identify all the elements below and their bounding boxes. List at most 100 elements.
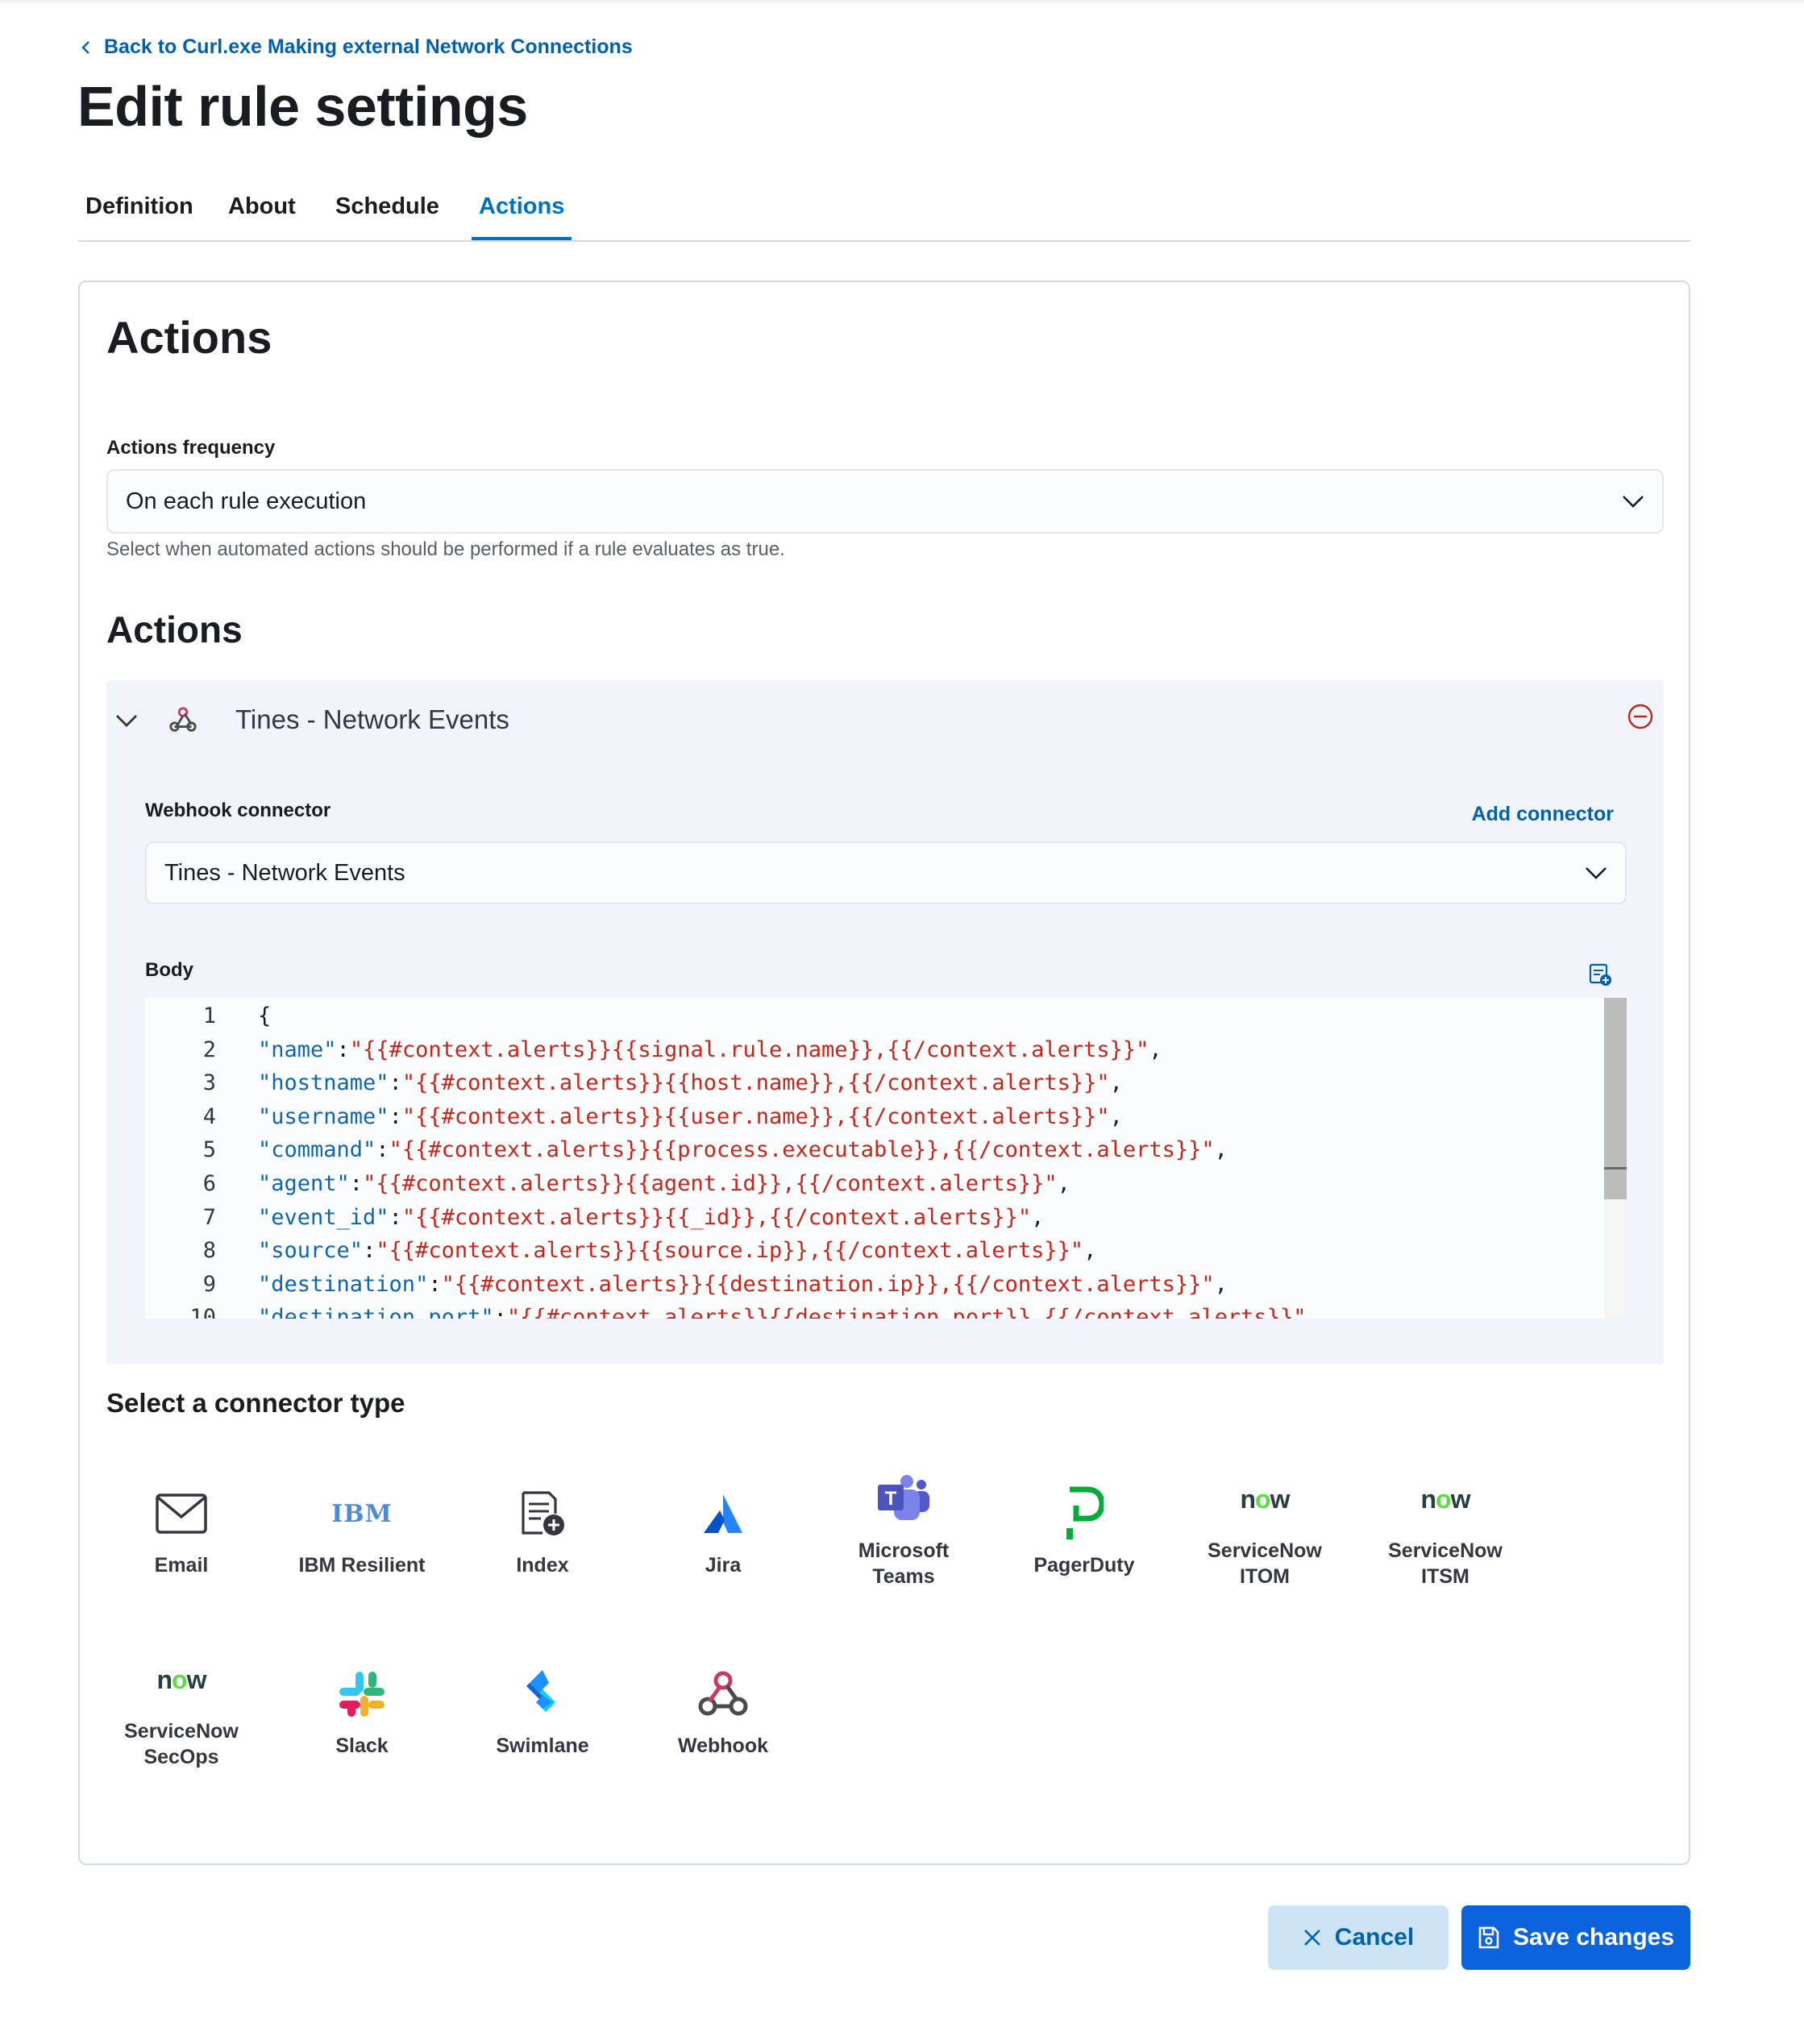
connector-index[interactable]: Index [462, 1485, 623, 1578]
connector-jira[interactable]: Jira [642, 1485, 804, 1578]
servicenow-icon: now [1240, 1484, 1291, 1514]
add-variable-icon[interactable] [1588, 962, 1612, 987]
connector-pagerduty[interactable]: PagerDuty [1004, 1485, 1165, 1578]
connector-label: Microsoft Teams [858, 1539, 950, 1588]
frequency-value: On each rule execution [126, 488, 367, 514]
chevron-left-icon [81, 40, 89, 54]
cancel-button[interactable]: Cancel [1268, 1905, 1449, 1970]
json-string: "{{#context.alerts}}{{destination.ip}},{… [441, 1271, 1215, 1297]
chevron-down-icon[interactable] [114, 712, 139, 729]
connector-ibm-resilient[interactable]: IBM IBM Resilient [281, 1485, 443, 1578]
json-key: "agent" [258, 1171, 350, 1196]
code-line: 4 "username":"{{#context.alerts}}{{user.n… [145, 1100, 1596, 1134]
tab-about[interactable]: About [221, 193, 303, 240]
frequency-help: Select when automated actions should be … [106, 538, 785, 560]
line-number: 2 [202, 1037, 216, 1062]
tab-schedule[interactable]: Schedule [328, 193, 447, 240]
line-number: 10 [189, 1305, 216, 1319]
code-line: 1{ [145, 999, 1596, 1033]
back-link[interactable]: Back to Curl.exe Making external Network… [78, 35, 633, 59]
code-line: 5 "command":"{{#context.alerts}}{{process… [145, 1133, 1596, 1167]
json-punct: { [258, 1003, 272, 1028]
pagerduty-icon [1066, 1486, 1104, 1539]
tab-actions[interactable]: Actions [472, 193, 572, 240]
close-icon [1303, 1930, 1320, 1946]
code-line: 8 "source":"{{#context.alerts}}{{source.i… [145, 1234, 1596, 1268]
tab-definition[interactable]: Definition [78, 193, 201, 240]
connector-email[interactable]: Email [101, 1485, 262, 1578]
chevron-down-icon [1586, 867, 1607, 879]
teams-icon: T [878, 1475, 929, 1520]
servicenow-icon: now [156, 1664, 207, 1694]
json-string: "{{#context.alerts}}{{destination.port}}… [506, 1305, 1307, 1319]
cancel-label: Cancel [1334, 1924, 1415, 1951]
frequency-label: Actions frequency [106, 437, 276, 459]
panel-title: Actions [106, 312, 272, 363]
connector-servicenow-itom[interactable]: now ServiceNow ITOM [1184, 1470, 1345, 1589]
connector-label: ServiceNow ITOM [1208, 1539, 1322, 1588]
line-number: 4 [202, 1103, 216, 1129]
save-changes-button[interactable]: Save changes [1461, 1905, 1690, 1970]
line-number: 1 [202, 1003, 216, 1028]
connector-label: Jira [705, 1554, 742, 1577]
json-key: "source" [258, 1238, 364, 1264]
frequency-select[interactable]: On each rule execution [106, 469, 1664, 534]
tab-bar: Definition About Schedule Actions [78, 185, 1690, 242]
line-number: 7 [202, 1204, 216, 1230]
svg-text:T: T [885, 1488, 897, 1510]
action-item: Tines - Network Events Webhook connector… [106, 680, 1664, 1365]
json-string: "{{#context.alerts}}{{host.name}},{{/con… [401, 1070, 1110, 1096]
connector-label: ServiceNow ITSM [1388, 1539, 1503, 1588]
webhook-icon [169, 707, 197, 732]
top-divider [0, 0, 1804, 3]
json-punct: : [493, 1305, 507, 1319]
json-string: "{{#context.alerts}}{{process.executable… [389, 1137, 1215, 1163]
connector-servicenow-secops[interactable]: now ServiceNow SecOps [101, 1651, 262, 1770]
email-icon [156, 1494, 207, 1534]
code-scrollbar-mark [1604, 1167, 1627, 1169]
webhook-icon [698, 1671, 748, 1716]
remove-action-icon[interactable] [1627, 703, 1654, 730]
json-punct: , [1149, 1037, 1162, 1062]
json-key: "event_id" [258, 1204, 389, 1230]
json-string: "{{#context.alerts}}{{user.name}},{{/con… [401, 1103, 1110, 1129]
connector-servicenow-itsm[interactable]: now ServiceNow ITSM [1365, 1470, 1526, 1589]
line-number: 6 [202, 1171, 216, 1196]
json-punct: : [428, 1271, 442, 1297]
body-code-editor[interactable]: 10 "destination_port":"{{#context.alerts}… [145, 998, 1627, 1319]
connector-slack[interactable]: Slack [281, 1665, 443, 1759]
actions-panel: Actions Actions frequency On each rule e… [78, 280, 1690, 1865]
json-punct: : [336, 1037, 350, 1062]
connector-label: Swimlane [496, 1734, 589, 1757]
webhook-connector-label: Webhook connector [145, 800, 331, 821]
json-string: "{{#context.alerts}}{{source.ip}},{{/con… [376, 1238, 1084, 1264]
code-line: 9 "destination":"{{#context.alerts}}{{des… [145, 1268, 1596, 1302]
chevron-down-icon [1623, 496, 1644, 508]
code-line: 2 "name":"{{#context.alerts}}{{signal.rul… [145, 1033, 1596, 1067]
json-key: "username" [258, 1103, 389, 1129]
json-punct: , [1083, 1238, 1097, 1264]
code-line: 7 "event_id":"{{#context.alerts}}{{_id}},… [145, 1201, 1596, 1235]
connector-webhook[interactable]: Webhook [642, 1665, 804, 1759]
connector-value: Tines - Network Events [164, 859, 405, 886]
line-number: 8 [202, 1238, 216, 1264]
connector-microsoft-teams[interactable]: T Microsoft Teams [823, 1470, 984, 1589]
json-key: "name" [258, 1037, 337, 1062]
connector-label: PagerDuty [1033, 1554, 1135, 1577]
connector-label: Index [516, 1554, 569, 1577]
swimlane-icon [526, 1670, 555, 1712]
ibm-icon: IBM [331, 1499, 393, 1528]
connector-label: ServiceNow SecOps [124, 1720, 239, 1768]
json-punct: : [389, 1103, 402, 1129]
code-line: 10 "destination_port":"{{#context.alerts}… [145, 1301, 1596, 1319]
json-key: "destination_port" [258, 1305, 494, 1319]
index-icon [522, 1491, 564, 1535]
back-link-label[interactable]: Back to Curl.exe Making external Network… [104, 35, 633, 59]
json-punct: , [1057, 1171, 1070, 1196]
connector-swimlane[interactable]: Swimlane [462, 1665, 623, 1759]
save-icon [1478, 1926, 1499, 1949]
json-string: "{{#context.alerts}}{{agent.id}},{{/cont… [363, 1171, 1058, 1196]
add-connector-link[interactable]: Add connector [1472, 803, 1614, 826]
webhook-connector-select[interactable]: Tines - Network Events [145, 841, 1627, 904]
json-punct: : [389, 1204, 402, 1230]
